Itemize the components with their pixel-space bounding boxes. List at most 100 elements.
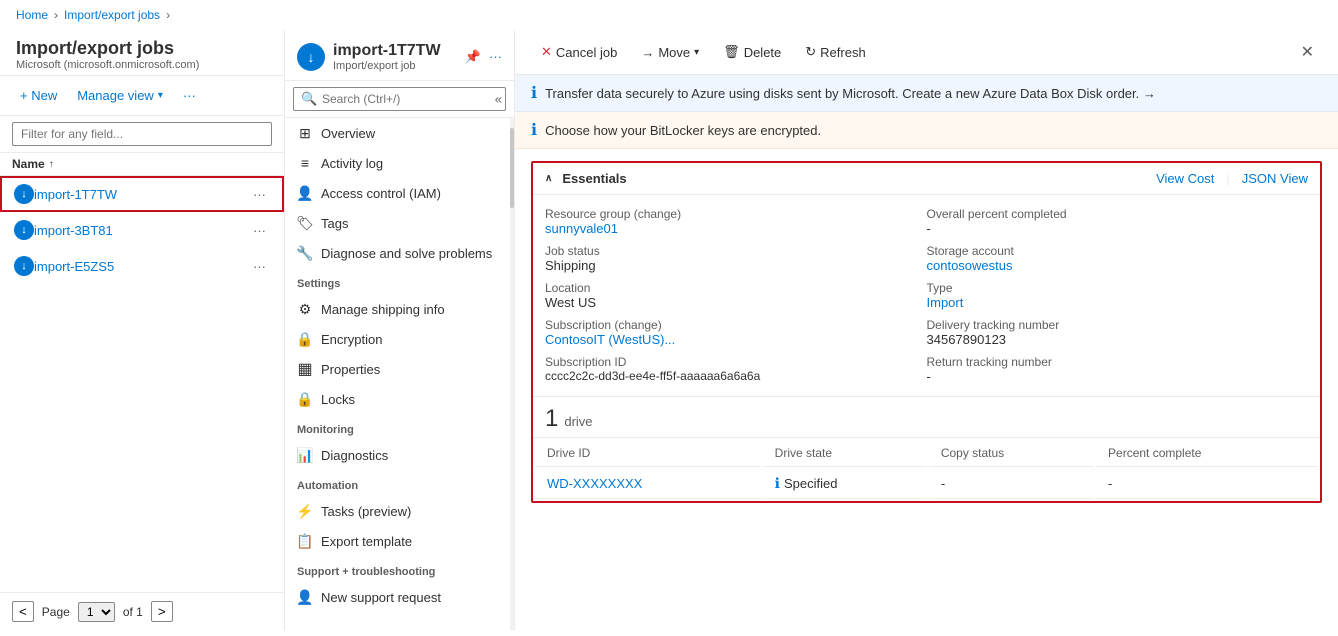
left-header: Import/export jobs Microsoft (microsoft.…	[0, 30, 284, 76]
view-cost-link[interactable]: View Cost	[1156, 171, 1214, 186]
breadcrumb-home[interactable]: Home	[16, 8, 48, 22]
collapse-chevron-icon[interactable]: ∧	[545, 173, 552, 184]
next-page-button[interactable]: >	[151, 601, 173, 622]
move-button[interactable]: → Move ▾	[631, 40, 709, 65]
nav-item-tags[interactable]: 🏷 Tags	[285, 208, 514, 238]
breadcrumb-import-export[interactable]: Import/export jobs	[64, 8, 160, 22]
delete-button[interactable]: 🗑 Delete	[713, 39, 791, 65]
essentials-left: Resource group (change) sunnyvale01 Job …	[545, 203, 927, 388]
overall-percent-row: Overall percent completed -	[927, 203, 1309, 240]
prev-page-button[interactable]: <	[12, 601, 34, 622]
subscription-value[interactable]: ContosoIT (WestUS)...	[545, 332, 927, 347]
storage-account-label: Storage account	[927, 244, 1309, 258]
nav-search-input[interactable]	[293, 87, 506, 111]
nav-shipping-label: Manage shipping info	[321, 302, 445, 317]
item-more-button[interactable]: ···	[249, 257, 270, 276]
overall-percent-label: Overall percent completed	[927, 207, 1309, 221]
nav-item-tasks[interactable]: ⚡ Tasks (preview)	[285, 496, 514, 526]
item-more-button[interactable]: ···	[249, 221, 270, 240]
delete-icon: 🗑	[723, 44, 740, 60]
item-more-button[interactable]: ···	[249, 185, 270, 204]
drives-header: 1 drive	[533, 397, 1320, 438]
cancel-job-button[interactable]: ✕ Cancel job	[531, 39, 627, 65]
list-item[interactable]: ↓ import-1T7TW ···	[0, 176, 284, 212]
percent-complete-cell: -	[1096, 469, 1318, 499]
subscription-id-label: Subscription ID	[545, 355, 927, 369]
support-icon: 👤	[297, 589, 313, 605]
search-box: 🔍 «	[285, 81, 514, 118]
tasks-icon: ⚡	[297, 503, 313, 519]
right-panel: ✕ Cancel job → Move ▾ 🗑 Delete ↻ Refresh…	[515, 30, 1338, 630]
more-button[interactable]: ···	[175, 84, 204, 107]
refresh-label: Refresh	[820, 45, 866, 60]
settings-section-label: Settings	[285, 268, 514, 294]
type-value[interactable]: Import	[927, 295, 1309, 310]
job-status-row: Job status Shipping	[545, 240, 927, 277]
refresh-button[interactable]: ↻ Refresh	[795, 39, 875, 65]
list-item[interactable]: ↓ import-E5ZS5 ···	[0, 248, 284, 284]
nav-item-diagnose[interactable]: 🔧 Diagnose and solve problems	[285, 238, 514, 268]
close-button[interactable]: ✕	[1293, 38, 1322, 66]
wrench-icon: 🔧	[297, 245, 313, 261]
template-icon: 📋	[297, 533, 313, 549]
job-icon: ↓	[14, 184, 34, 204]
refresh-icon: ↻	[805, 44, 816, 60]
new-button[interactable]: + New	[12, 84, 65, 107]
nav-support-label: New support request	[321, 590, 441, 605]
json-view-link[interactable]: JSON View	[1242, 171, 1308, 186]
item-name: import-3BT81	[34, 223, 249, 238]
delete-label: Delete	[744, 45, 782, 60]
type-label: Type	[927, 281, 1309, 295]
return-tracking-value: -	[927, 369, 1309, 384]
person-icon: 👤	[297, 185, 313, 201]
nav-overview-label: Overview	[321, 126, 375, 141]
col-drive-state: Drive state	[763, 440, 927, 467]
nav-item-access-control[interactable]: 👤 Access control (IAM)	[285, 178, 514, 208]
storage-account-value[interactable]: contosowestus	[927, 258, 1309, 273]
page-select[interactable]: 1	[78, 602, 115, 622]
list-item[interactable]: ↓ import-3BT81 ···	[0, 212, 284, 248]
pin-icon[interactable]: 📌	[465, 49, 481, 65]
left-panel-subtitle: Microsoft (microsoft.onmicrosoft.com)	[16, 59, 268, 71]
delivery-tracking-value: 34567890123	[927, 332, 1309, 347]
cancel-job-label: Cancel job	[556, 45, 617, 60]
nav-item-shipping[interactable]: ⚙ Manage shipping info	[285, 294, 514, 324]
move-icon: →	[641, 45, 654, 60]
nav-items: ⊞ Overview ≡ Activity log 👤 Access contr…	[285, 118, 514, 630]
chevron-down-icon: ▾	[158, 90, 163, 101]
manage-view-button[interactable]: Manage view ▾	[69, 84, 171, 107]
essentials-box: ∧ Essentials View Cost | JSON View Resou…	[531, 161, 1322, 503]
left-panel: Import/export jobs Microsoft (microsoft.…	[0, 30, 285, 630]
collapse-icon[interactable]: «	[495, 92, 502, 107]
nav-item-encryption[interactable]: 🔒 Encryption	[285, 324, 514, 354]
nav-item-overview[interactable]: ⊞ Overview	[285, 118, 514, 148]
nav-item-locks[interactable]: 🔒 Locks	[285, 384, 514, 414]
more-options-icon[interactable]: ···	[489, 49, 502, 65]
mid-panel: ↓ import-1T7TW Import/export job 📌 ··· 🔍…	[285, 30, 515, 630]
manage-view-label: Manage view	[77, 88, 154, 103]
warning-banner: ℹ Choose how your BitLocker keys are enc…	[515, 112, 1338, 149]
delivery-tracking-row: Delivery tracking number 34567890123	[927, 314, 1309, 351]
job-detail-icon: ↓	[297, 43, 325, 71]
nav-access-label: Access control (IAM)	[321, 186, 441, 201]
nav-item-export-template[interactable]: 📋 Export template	[285, 526, 514, 556]
location-row: Location West US	[545, 277, 927, 314]
nav-item-activity-log[interactable]: ≡ Activity log	[285, 148, 514, 178]
col-percent-complete: Percent complete	[1096, 440, 1318, 467]
copy-status-cell: -	[929, 469, 1094, 499]
info-icon: ℹ	[531, 83, 537, 103]
nav-item-support-request[interactable]: 👤 New support request	[285, 582, 514, 612]
mid-subtitle: Import/export job	[333, 60, 457, 72]
filter-input[interactable]	[12, 122, 272, 146]
essentials-right: Overall percent completed - Storage acco…	[927, 203, 1309, 388]
nav-tasks-label: Tasks (preview)	[321, 504, 411, 519]
subscription-row: Subscription (change) ContosoIT (WestUS)…	[545, 314, 927, 351]
drive-id-cell[interactable]: WD-XXXXXXXX	[535, 469, 761, 499]
list-header: Name ↑	[0, 153, 284, 176]
scrollbar-thumb[interactable]	[510, 128, 514, 208]
resource-group-value[interactable]: sunnyvale01	[545, 221, 927, 236]
nav-locks-label: Locks	[321, 392, 355, 407]
nav-item-diagnostics[interactable]: 📊 Diagnostics	[285, 440, 514, 470]
nav-item-properties[interactable]: ▦ Properties	[285, 354, 514, 384]
ess-link-divider: |	[1226, 171, 1229, 186]
